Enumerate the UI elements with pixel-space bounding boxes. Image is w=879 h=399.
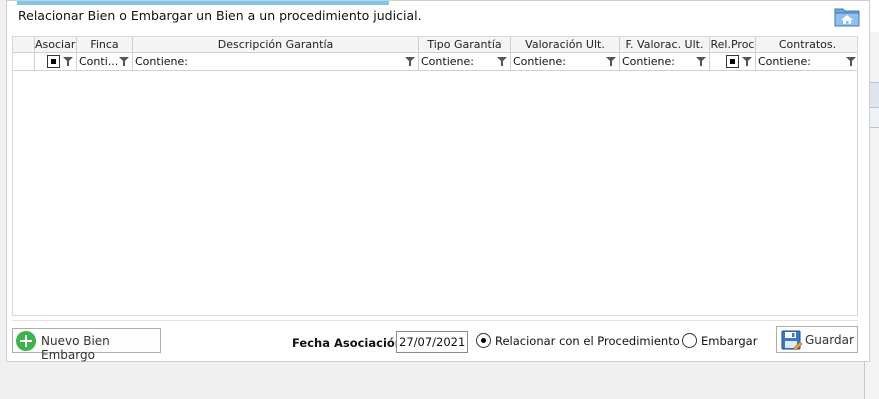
- filter-contratos-text[interactable]: Contiene:: [758, 55, 811, 68]
- column-header-descripcion[interactable]: Descripción Garantía: [132, 37, 418, 52]
- home-folder-icon[interactable]: [834, 5, 860, 27]
- relacionar-bien-dialog: Relacionar Bien o Embargar un Bien a un …: [6, 0, 870, 362]
- embargar-radio[interactable]: [682, 333, 697, 348]
- filter-tipo-garantia[interactable]: Contiene:: [418, 53, 510, 70]
- guardar-label: Guardar: [805, 333, 854, 347]
- fecha-asociacion-input[interactable]: 27/07/2021: [396, 331, 468, 353]
- guardar-button[interactable]: Guardar: [776, 326, 858, 353]
- embargar-radio-label[interactable]: Embargar: [701, 334, 757, 348]
- filter-funnel-icon[interactable]: [119, 57, 129, 66]
- column-header-valoracion[interactable]: Valoración Ult.: [510, 37, 619, 52]
- title-accent-bar: [17, 1, 389, 5]
- fecha-asociacion-label: Fecha Asociación:: [292, 336, 408, 350]
- filter-valoracion[interactable]: Contiene:: [510, 53, 619, 70]
- save-disk-icon: [781, 330, 803, 350]
- filter-fecha-valoracion-text[interactable]: Contiene:: [622, 55, 675, 68]
- filter-finca[interactable]: Conti...: [76, 53, 132, 70]
- filter-descripcion-text[interactable]: Contiene:: [135, 55, 188, 68]
- filter-descripcion[interactable]: Contiene:: [132, 53, 418, 70]
- nuevo-bien-embargo-button[interactable]: Nuevo Bien Embargo: [12, 328, 161, 362]
- footer-divider: [12, 320, 858, 321]
- row-indicator-filter: [13, 53, 34, 70]
- dialog-title: Relacionar Bien o Embargar un Bien a un …: [18, 8, 422, 23]
- add-icon: [16, 331, 36, 351]
- filter-asociar[interactable]: [34, 53, 76, 70]
- filter-funnel-icon[interactable]: [497, 57, 507, 66]
- filter-contratos[interactable]: Contiene:: [755, 53, 859, 70]
- filter-funnel-icon[interactable]: [606, 57, 616, 66]
- filter-valoracion-text[interactable]: Contiene:: [513, 55, 566, 68]
- filter-rel-proc[interactable]: [709, 53, 755, 70]
- filter-funnel-icon[interactable]: [742, 57, 752, 66]
- bienes-grid: Asociar Finca Descripción Garantía Tipo …: [12, 36, 858, 316]
- filter-funnel-icon[interactable]: [846, 57, 856, 66]
- column-header-finca[interactable]: Finca: [76, 37, 132, 52]
- nuevo-bien-embargo-label: Nuevo Bien Embargo: [41, 334, 110, 362]
- row-indicator-header: [13, 37, 34, 52]
- column-header-tipo-garantia[interactable]: Tipo Garantía: [418, 37, 510, 52]
- column-header-contratos[interactable]: Contratos.: [755, 37, 859, 52]
- column-header-fecha-valoracion[interactable]: F. Valorac. Ult.: [619, 37, 709, 52]
- filter-funnel-icon[interactable]: [63, 57, 73, 66]
- column-header-asociar[interactable]: Asociar: [34, 37, 76, 52]
- column-header-rel-proc[interactable]: Rel.Proc: [709, 37, 755, 52]
- filter-finca-text[interactable]: Conti...: [79, 55, 118, 68]
- grid-header-row: Asociar Finca Descripción Garantía Tipo …: [13, 37, 857, 53]
- filter-funnel-icon[interactable]: [405, 57, 415, 66]
- filter-asociar-checkbox[interactable]: [47, 55, 60, 68]
- filter-fecha-valoracion[interactable]: Contiene:: [619, 53, 709, 70]
- filter-rel-proc-checkbox[interactable]: [726, 55, 739, 68]
- relacionar-radio[interactable]: [476, 333, 491, 348]
- filter-funnel-icon[interactable]: [696, 57, 706, 66]
- grid-filter-row: Conti... Contiene: Contiene: Contiene: C…: [13, 53, 857, 71]
- relacionar-radio-label[interactable]: Relacionar con el Procedimiento: [495, 334, 680, 348]
- filter-tipo-garantia-text[interactable]: Contiene:: [421, 55, 474, 68]
